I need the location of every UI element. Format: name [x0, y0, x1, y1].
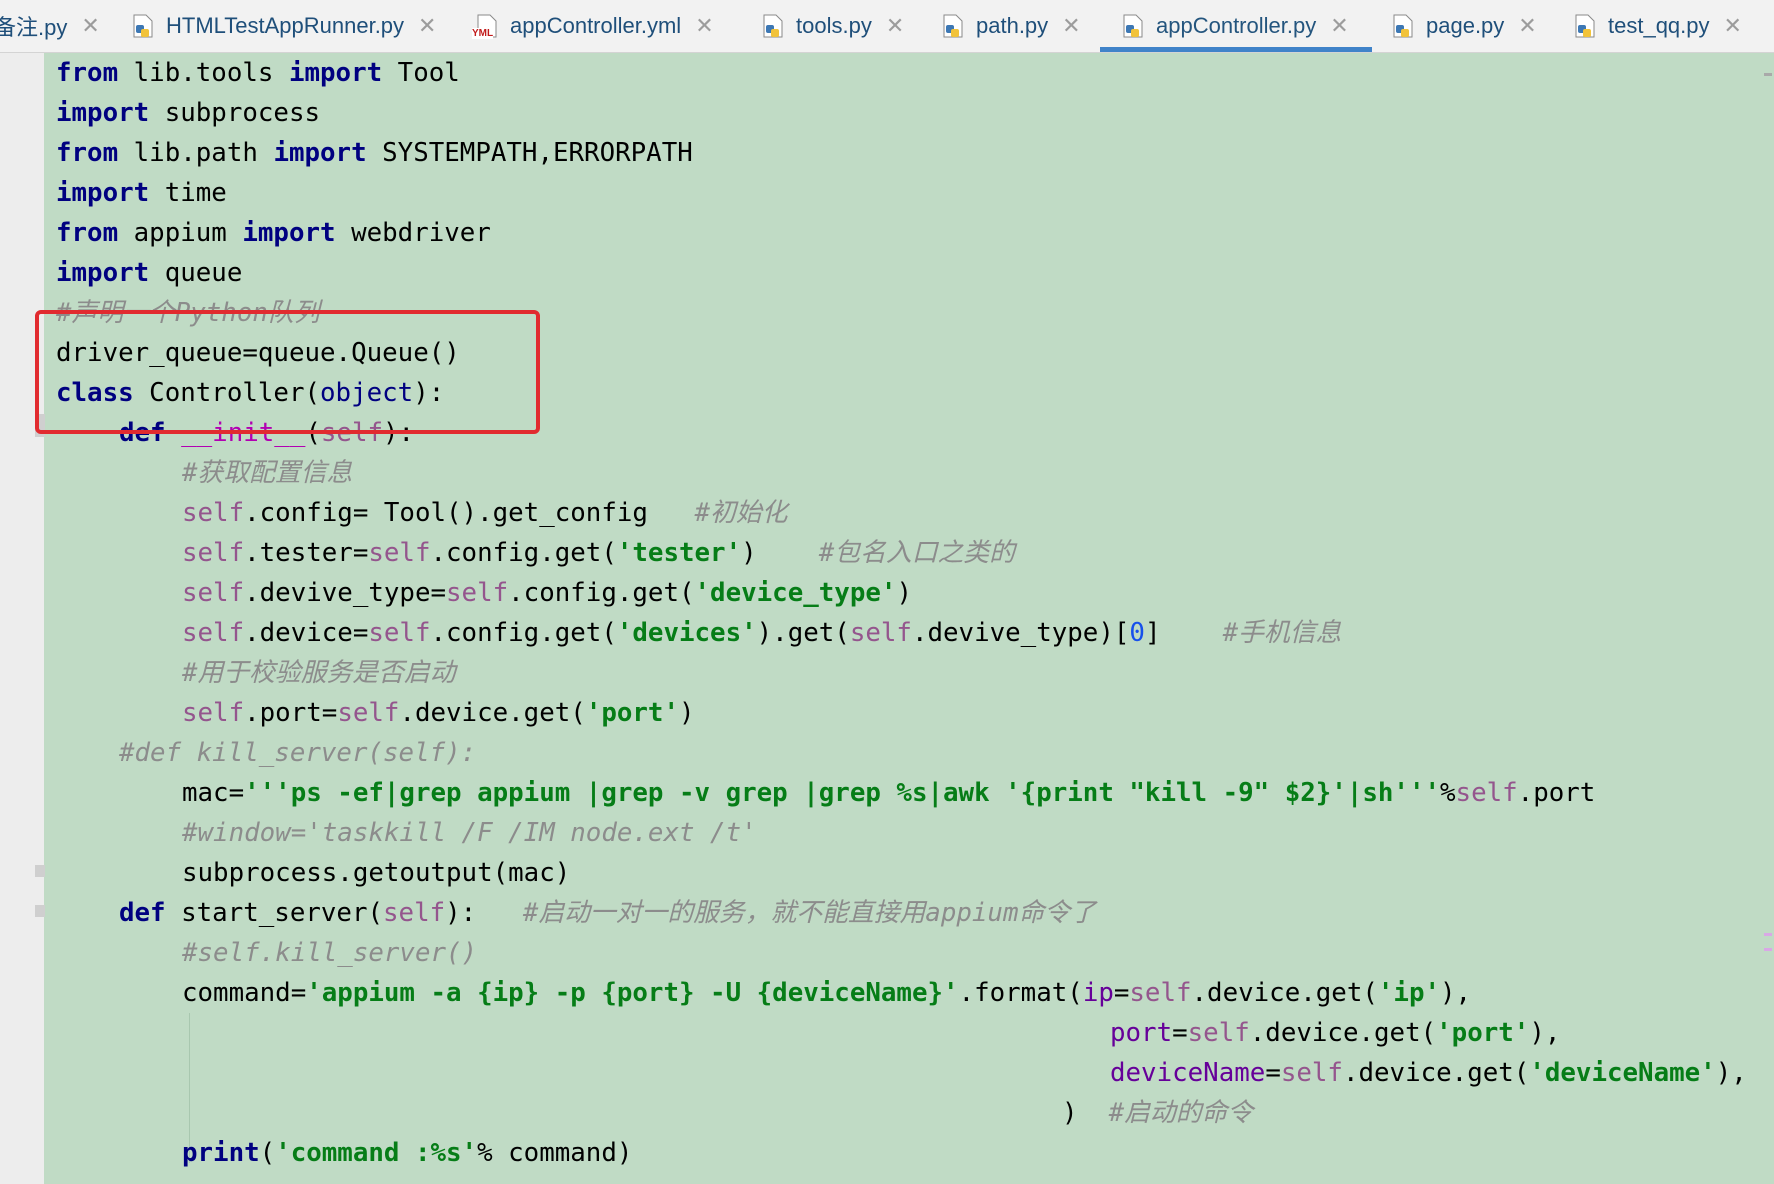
code-editor[interactable]: from lib.tools import Tool import subpro… [0, 53, 1774, 1184]
tab-path[interactable]: path.py ✕ [940, 0, 1081, 52]
close-icon[interactable]: ✕ [886, 13, 904, 39]
code-line: subprocess.getoutput(mac) [182, 858, 571, 888]
code-line: self.port=self.device.get('port') [182, 698, 695, 728]
code-line: def start_server(self): #启动一对一的服务，就不能直接用… [119, 898, 1096, 928]
code-line: import time [56, 178, 227, 208]
scrollbar-marker[interactable] [1764, 73, 1772, 76]
tab-label: path.py [976, 13, 1049, 38]
close-icon[interactable]: ✕ [1330, 13, 1348, 39]
python-file-icon [1390, 13, 1416, 39]
code-line: self.config= Tool().get_config #初始化 [182, 498, 788, 528]
close-icon[interactable]: ✕ [695, 13, 713, 39]
close-icon[interactable]: ✕ [1518, 13, 1536, 39]
tab-page[interactable]: page.py ✕ [1390, 0, 1537, 52]
tab-beizhu[interactable]: 备注.py ✕ [0, 0, 100, 52]
fold-marker-icon[interactable] [35, 865, 45, 877]
tab-label: tools.py [796, 13, 872, 38]
scrollbar-marker[interactable] [1764, 948, 1772, 951]
close-icon[interactable]: ✕ [1062, 13, 1080, 39]
close-icon[interactable]: ✕ [1724, 13, 1742, 39]
code-line: import queue [56, 258, 243, 288]
close-icon[interactable]: ✕ [81, 13, 99, 39]
code-line: deviceName=self.device.get('deviceName')… [1110, 1058, 1747, 1088]
code-line: self.device=self.config.get('devices').g… [182, 618, 1342, 648]
code-line: from lib.tools import Tool [56, 58, 460, 88]
tab-label: appController.py [1156, 13, 1317, 38]
code-line: #window='taskkill /F /IM node.ext /t' [182, 818, 757, 848]
tab-label: HTMLTestAppRunner.py [166, 13, 405, 38]
code-line: command='appium -a {ip} -p {port} -U {de… [182, 978, 1472, 1008]
tab-label: 备注.py [0, 15, 68, 40]
yaml-file-icon: YML [472, 13, 500, 39]
code-line: #self.kill_server() [182, 938, 478, 968]
python-file-icon [940, 13, 966, 39]
python-file-icon [130, 13, 156, 39]
code-line: mac='''ps -ef|grep appium |grep -v grep … [182, 778, 1596, 808]
code-line: print('command :%s'% command) [182, 1138, 633, 1168]
tab-appcontroller-yml[interactable]: YML appController.yml ✕ [472, 0, 714, 52]
tab-label: appController.yml [510, 13, 682, 38]
annotation-highlight-box [35, 310, 540, 434]
yml-badge: YML [472, 28, 494, 39]
code-line: port=self.device.get('port'), [1110, 1018, 1561, 1048]
tab-label: test_qq.py [1608, 13, 1710, 38]
python-file-icon [1572, 13, 1598, 39]
tab-test-qq[interactable]: test_qq.py ✕ [1572, 0, 1742, 52]
code-line: import subprocess [56, 98, 321, 128]
python-file-icon [1120, 13, 1146, 39]
code-line: #用于校验服务是否启动 [182, 658, 456, 688]
code-line: #获取配置信息 [182, 458, 353, 488]
editor-gutter [0, 53, 45, 1184]
code-line: from appium import webdriver [56, 218, 491, 248]
code-line: #def kill_server(self): [119, 738, 477, 768]
tab-htmltestapprunner[interactable]: HTMLTestAppRunner.py ✕ [130, 0, 436, 52]
fold-marker-icon[interactable] [35, 905, 45, 917]
code-line: from lib.path import SYSTEMPATH,ERRORPAT… [56, 138, 693, 168]
code-content[interactable]: from lib.tools import Tool import subpro… [56, 53, 1766, 1184]
tab-label: page.py [1426, 13, 1505, 38]
close-icon[interactable]: ✕ [418, 13, 436, 39]
code-line: self.devive_type=self.config.get('device… [182, 578, 912, 608]
scrollbar-marker[interactable] [1764, 933, 1772, 936]
python-file-icon [760, 13, 786, 39]
tab-tools[interactable]: tools.py ✕ [760, 0, 904, 52]
code-line: self.tester=self.config.get('tester') #包… [182, 538, 1015, 568]
code-line: ) #启动的命令 [1062, 1098, 1254, 1128]
tab-appcontroller-py[interactable]: appController.py ✕ [1100, 0, 1372, 52]
editor-tab-bar: 备注.py ✕ HTMLTestAppRunner.py ✕ YML appCo… [0, 0, 1774, 53]
